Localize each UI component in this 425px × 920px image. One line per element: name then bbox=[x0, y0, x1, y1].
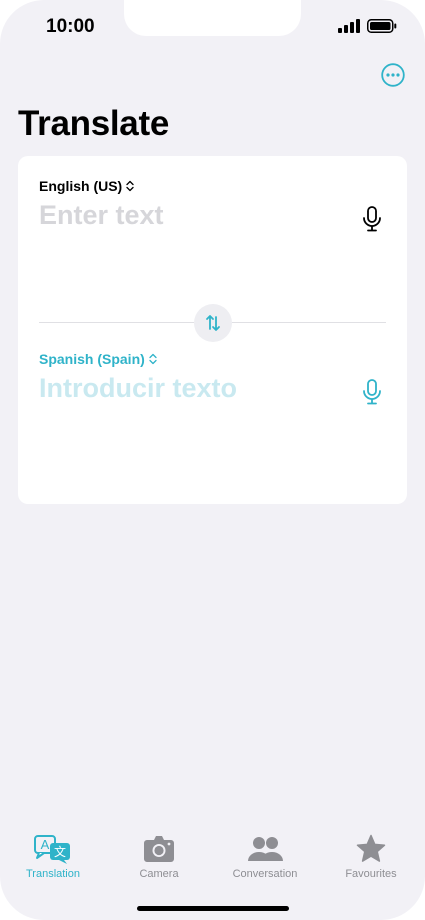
source-microphone-icon[interactable] bbox=[361, 206, 383, 232]
tab-conversation[interactable]: Conversation bbox=[215, 826, 315, 880]
phone-screen: 10:00 Translate English (US) Enter text bbox=[0, 0, 425, 920]
notch bbox=[124, 0, 301, 36]
svg-text:A: A bbox=[41, 837, 50, 852]
target-language-label: Spanish (Spain) bbox=[39, 351, 145, 367]
tab-translation[interactable]: A 文 Translation bbox=[3, 826, 103, 880]
tab-translation-label: Translation bbox=[25, 868, 80, 880]
source-language-label: English (US) bbox=[39, 178, 123, 194]
source-language-selector[interactable]: English (US) bbox=[39, 178, 134, 194]
swap-languages-button[interactable] bbox=[194, 304, 232, 342]
source-text-input[interactable]: Enter text bbox=[39, 200, 164, 231]
tab-favourites[interactable]: Favourites bbox=[321, 826, 421, 880]
up-down-chevron-icon bbox=[126, 180, 134, 192]
tab-bar: A 文 Translation Camera Conversation Favo… bbox=[0, 826, 425, 886]
battery-icon bbox=[367, 19, 397, 33]
tab-conversation-label: Conversation bbox=[232, 868, 298, 880]
star-icon bbox=[356, 834, 386, 862]
tab-camera-label: Camera bbox=[139, 868, 179, 880]
more-options-icon[interactable] bbox=[381, 63, 405, 87]
cellular-signal-icon bbox=[338, 19, 360, 33]
target-text-input[interactable]: Introducir texto bbox=[39, 373, 237, 404]
page-title: Translate bbox=[18, 104, 169, 143]
camera-icon bbox=[144, 836, 174, 862]
tab-camera[interactable]: Camera bbox=[109, 826, 209, 880]
status-time: 10:00 bbox=[46, 16, 95, 37]
translation-icon: A 文 bbox=[34, 835, 70, 864]
target-language-selector[interactable]: Spanish (Spain) bbox=[39, 351, 157, 367]
svg-text:文: 文 bbox=[54, 844, 66, 859]
home-indicator[interactable] bbox=[137, 906, 289, 911]
up-down-chevron-icon bbox=[149, 353, 157, 365]
conversation-icon bbox=[248, 837, 283, 861]
swap-arrows-icon bbox=[206, 315, 220, 331]
tab-favourites-label: Favourites bbox=[345, 868, 397, 880]
translation-card: English (US) Enter text Spanish (Spain) bbox=[18, 156, 407, 504]
target-microphone-icon[interactable] bbox=[361, 379, 383, 405]
